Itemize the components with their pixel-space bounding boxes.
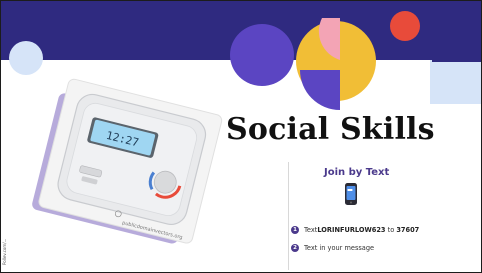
coral-circle	[390, 11, 420, 41]
thermostat-image: 12:27 publicdomainvectors.org	[32, 78, 223, 244]
join-panel	[288, 162, 465, 270]
purple-oval	[230, 24, 294, 86]
join-heading: Join by Text	[324, 167, 390, 178]
step-1-number: 1	[291, 226, 299, 234]
side-caption: Pollev.com/...	[2, 238, 7, 265]
step-2-number: 2	[291, 244, 299, 252]
light-blue-circle	[9, 41, 43, 75]
purple-quarter	[300, 70, 340, 110]
sms-number: 37607	[396, 226, 420, 234]
slide-title: Social Skills	[226, 112, 435, 147]
light-blue-block	[430, 60, 482, 104]
presentation-slide: 12:27 publicdomainvectors.org Social Ski…	[0, 0, 482, 273]
step-1: 1 Text LORINFURLOW623 to 37607	[291, 226, 419, 234]
phone-icon	[345, 183, 357, 205]
step-2: 2 Text in your message	[291, 244, 374, 252]
poll-code: LORINFURLOW623	[317, 226, 386, 234]
